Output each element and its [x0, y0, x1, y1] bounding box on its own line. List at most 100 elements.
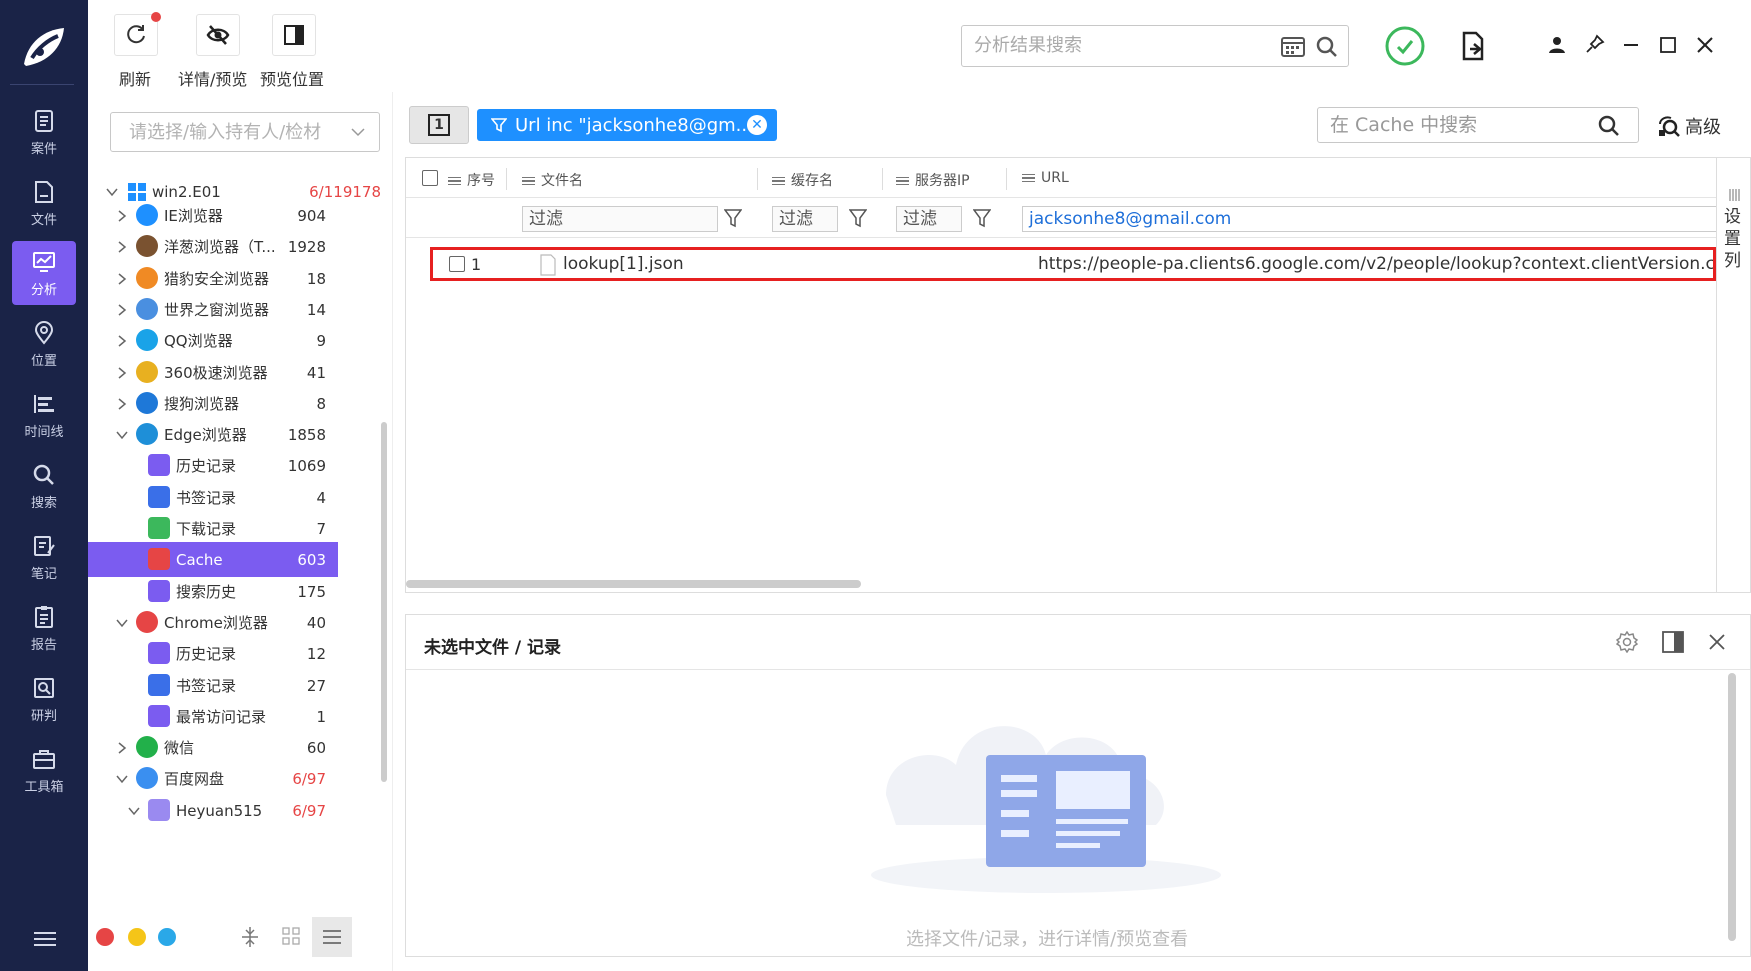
chevron-down-icon[interactable] — [116, 429, 128, 441]
red-dot[interactable] — [96, 928, 114, 946]
column-header-cachename[interactable]: 缓存名 — [772, 170, 833, 190]
nav-notes[interactable]: 笔记 — [12, 525, 76, 589]
filter-funnel-icon[interactable] — [724, 208, 742, 228]
blue-dot[interactable] — [158, 928, 176, 946]
tree-item[interactable]: 微信 60 — [88, 730, 338, 765]
chevron-down-icon[interactable] — [116, 773, 128, 785]
tree-item[interactable]: 百度网盘 6/97 — [88, 761, 338, 796]
gear-icon[interactable] — [1616, 631, 1638, 653]
tree-item[interactable]: Chrome浏览器 40 — [88, 605, 338, 640]
user-icon[interactable] — [1548, 36, 1566, 54]
tree-scrollbar[interactable] — [381, 422, 387, 782]
tree-item[interactable]: IE浏览器 904 — [88, 198, 338, 233]
shield-check-icon[interactable] — [1384, 25, 1426, 67]
nav-toolbox[interactable]: 工具箱 — [12, 738, 76, 802]
column-header-url[interactable]: URL — [1022, 170, 1069, 186]
column-header-index[interactable]: 序号 — [448, 170, 495, 190]
chevron-right-icon[interactable] — [116, 742, 128, 754]
column-separator[interactable] — [1006, 168, 1007, 190]
column-settings[interactable]: 设置列 — [1716, 158, 1750, 592]
chevron-right-icon[interactable] — [116, 398, 128, 410]
column-separator[interactable] — [506, 168, 507, 190]
chevron-down-icon[interactable] — [128, 805, 140, 817]
tree-item[interactable]: 书签记录 27 — [88, 668, 338, 703]
tree-item[interactable]: 猎豹安全浏览器 18 — [88, 261, 338, 296]
column-separator[interactable] — [882, 168, 883, 190]
close-icon[interactable] — [1696, 36, 1714, 54]
owner-select[interactable] — [110, 112, 380, 152]
tree-item-label: 历史记录 — [176, 645, 237, 663]
minimize-icon[interactable] — [1622, 36, 1640, 54]
tree-item[interactable]: Edge浏览器 1858 — [88, 417, 338, 452]
tree-item[interactable]: 搜索历史 175 — [88, 574, 338, 609]
search-icon[interactable] — [1314, 34, 1340, 60]
chevron-right-icon[interactable] — [116, 210, 128, 222]
list-view-button[interactable] — [312, 917, 352, 957]
tree-item[interactable]: QQ浏览器 9 — [88, 323, 338, 358]
collapse-all-icon[interactable] — [240, 926, 260, 948]
chevron-right-icon[interactable] — [116, 367, 128, 379]
tree-item[interactable]: Cache 603 — [88, 542, 338, 577]
tree-item[interactable]: 搜狗浏览器 8 — [88, 386, 338, 421]
nav-file[interactable]: 文件 — [12, 171, 76, 235]
server-ip-filter-input[interactable]: 过滤 — [896, 206, 962, 232]
nav-report[interactable]: 报告 — [12, 596, 76, 660]
maximize-icon[interactable] — [1659, 36, 1677, 54]
tree-item-label: 书签记录 — [176, 677, 237, 695]
close-icon[interactable] — [1708, 633, 1726, 651]
active-filter-chip[interactable]: Url inc "jacksonhe8@gm... ✕ — [477, 109, 777, 141]
tree-item[interactable]: 360极速浏览器 41 — [88, 355, 338, 390]
column-separator[interactable] — [757, 168, 758, 190]
sogou-icon — [136, 392, 158, 414]
chevron-right-icon[interactable] — [116, 335, 128, 347]
nav-case[interactable]: 案件 — [12, 100, 76, 164]
table-horizontal-scrollbar[interactable] — [406, 580, 861, 588]
tree-item[interactable]: 最常访问记录 1 — [88, 699, 338, 734]
tree-item[interactable]: 洋葱浏览器（T... 1928 — [88, 229, 338, 264]
chevron-down-icon[interactable] — [116, 617, 128, 629]
column-header-filename[interactable]: 文件名 — [522, 170, 583, 190]
tree-item[interactable]: 世界之窗浏览器 14 — [88, 292, 338, 327]
filter-funnel-icon[interactable] — [973, 208, 991, 228]
filter-funnel-icon[interactable] — [849, 208, 867, 228]
column-header-server-ip[interactable]: 服务器IP — [896, 170, 970, 190]
calendar-icon[interactable] — [1280, 34, 1306, 58]
nav-analysis-label: 分析 — [30, 282, 57, 298]
nav-judge[interactable]: 研判 — [12, 667, 76, 731]
url-filter-input[interactable]: jacksonhe8@gmail.com — [1022, 206, 1716, 232]
search-icon[interactable] — [1596, 113, 1622, 139]
tree-item[interactable]: 历史记录 12 — [88, 636, 338, 671]
cachename-filter-input[interactable]: 过滤 — [772, 206, 838, 232]
analysis-search-input[interactable] — [974, 35, 1264, 56]
nav-timeline[interactable]: 时间线 — [12, 383, 76, 447]
tree-item[interactable]: 下载记录 7 — [88, 511, 338, 546]
export-file-icon[interactable] — [1460, 30, 1488, 62]
detail-scrollbar[interactable] — [1728, 673, 1736, 941]
detail-preview-button[interactable] — [196, 14, 240, 56]
tree-item[interactable]: 历史记录 1069 — [88, 448, 338, 483]
cache-search-input[interactable] — [1330, 114, 1580, 136]
advanced-search-button[interactable]: 高级 — [1657, 112, 1737, 140]
chevron-right-icon[interactable] — [116, 273, 128, 285]
row-checkbox[interactable] — [449, 256, 465, 272]
filter-chip-close-icon[interactable]: ✕ — [747, 115, 767, 135]
tree-item[interactable]: Heyuan515 6/97 — [88, 793, 338, 828]
table-row[interactable]: 1 lookup[1].json https://people-pa.clien… — [430, 247, 1716, 281]
grid-view-icon[interactable] — [282, 927, 300, 945]
select-all-checkbox[interactable] — [422, 170, 438, 186]
chevron-right-icon[interactable] — [116, 304, 128, 316]
split-panel-icon[interactable] — [1662, 631, 1684, 653]
yellow-dot[interactable] — [128, 928, 146, 946]
nav-analysis[interactable]: 分析 — [12, 241, 76, 305]
pin-icon[interactable] — [1585, 34, 1605, 54]
owner-select-input[interactable] — [129, 122, 339, 143]
preview-position-button[interactable] — [272, 14, 316, 56]
hamburger-menu-icon[interactable] — [34, 932, 56, 950]
detail-panel: 未选中文件 / 记录 选择文件/记录，进行详情/预览查看 — [405, 614, 1751, 957]
nav-search[interactable]: 搜索 — [12, 454, 76, 518]
page-indicator-button[interactable]: 1 — [409, 106, 469, 144]
tree-item[interactable]: 书签记录 4 — [88, 480, 338, 515]
chevron-right-icon[interactable] — [116, 241, 128, 253]
nav-location[interactable]: 位置 — [12, 312, 76, 376]
filename-filter-input[interactable]: 过滤 — [522, 206, 718, 232]
